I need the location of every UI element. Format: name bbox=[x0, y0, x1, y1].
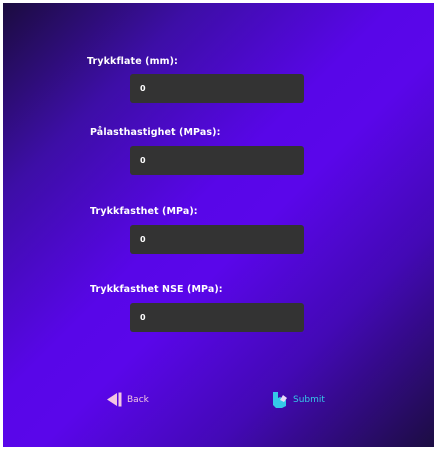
back-label: Back bbox=[127, 394, 149, 405]
trykkflate-input[interactable] bbox=[130, 74, 304, 103]
palasthastighet-input[interactable] bbox=[130, 146, 304, 175]
trykkfasthet-nse-label: Trykkfasthet NSE (MPa): bbox=[90, 284, 223, 295]
palasthastighet-label: Pålasthastighet (MPas): bbox=[90, 127, 221, 138]
app-window: Trykkflate (mm): Pålasthastighet (MPas):… bbox=[3, 3, 434, 447]
trykkfasthet-nse-input[interactable] bbox=[130, 303, 304, 332]
submit-button[interactable]: Submit bbox=[271, 391, 325, 409]
back-arrow-icon bbox=[106, 391, 123, 408]
submit-label: Submit bbox=[293, 395, 325, 405]
back-button[interactable]: Back bbox=[106, 391, 149, 408]
trykkflate-label: Trykkflate (mm): bbox=[87, 56, 178, 67]
trykkfasthet-label: Trykkfasthet (MPa): bbox=[90, 206, 198, 217]
submit-hand-icon bbox=[271, 391, 289, 409]
trykkfasthet-input[interactable] bbox=[130, 225, 304, 254]
